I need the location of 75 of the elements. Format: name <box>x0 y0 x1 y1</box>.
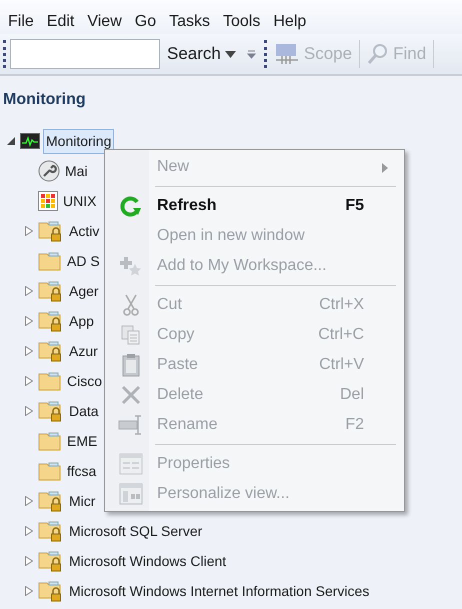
expand-arrow-icon[interactable] <box>25 226 33 236</box>
scissors-icon <box>122 293 140 317</box>
tree-item[interactable]: Microsoft Windows Client <box>67 550 228 572</box>
shortcut-text: F5 <box>344 196 364 216</box>
shortcut-text: Ctrl+V <box>318 355 364 375</box>
locked-folder-icon <box>38 340 64 362</box>
expand-arrow-icon[interactable] <box>25 286 33 296</box>
menu-item[interactable]: Tasks <box>165 6 219 34</box>
locked-folder-icon <box>38 490 64 512</box>
tree-item[interactable]: UNIX <box>61 190 98 212</box>
refresh-icon <box>120 195 142 217</box>
expand-arrow-icon[interactable] <box>25 406 33 416</box>
tree-item[interactable]: Ager <box>67 280 101 302</box>
menu-item[interactable]: Tools <box>219 6 270 34</box>
folder-icon <box>38 371 62 391</box>
expand-arrow-icon[interactable] <box>25 586 33 596</box>
tree-item[interactable]: Azur <box>67 340 100 362</box>
menu-item[interactable]: Go <box>130 6 166 34</box>
tree-item[interactable]: Microsoft SQL Server <box>67 520 204 542</box>
tree-item[interactable]: Activ <box>67 220 102 242</box>
expand-arrow-icon[interactable] <box>25 316 33 326</box>
locked-folder-icon <box>38 400 64 422</box>
wrench-icon <box>38 160 60 182</box>
tree-item[interactable]: Microsoft Windows Internet Information Services <box>67 580 372 602</box>
locked-folder-icon <box>38 280 64 302</box>
tree-item[interactable]: ffcsa <box>65 460 98 482</box>
tree-item[interactable]: EME <box>65 430 100 452</box>
grid-icon <box>38 191 58 211</box>
folder-icon <box>38 461 62 481</box>
search-icon <box>367 43 390 65</box>
locked-folder-icon <box>38 550 64 572</box>
folder-icon <box>38 431 62 451</box>
locked-folder-icon <box>38 310 64 332</box>
search-field[interactable] <box>10 39 160 69</box>
toolbar-grip[interactable] <box>264 40 267 68</box>
tree-item[interactable]: Micr <box>67 490 98 512</box>
menu-item[interactable]: File <box>4 6 43 34</box>
search-button[interactable]: Search <box>164 41 239 67</box>
shortcut-text: Ctrl+C <box>317 325 364 345</box>
plus-star-icon <box>119 255 143 277</box>
toolbar-grip[interactable] <box>3 40 6 68</box>
locked-folder-icon <box>38 220 64 242</box>
locked-folder-icon <box>38 580 64 602</box>
expand-arrow-icon[interactable] <box>25 346 33 356</box>
folder-icon <box>38 251 62 271</box>
menu-item[interactable]: Help <box>269 6 316 34</box>
collapse-arrow-icon[interactable] <box>7 137 15 145</box>
copy-icon <box>120 324 142 346</box>
monitor-icon <box>20 133 40 149</box>
tree-item[interactable]: App <box>67 310 96 332</box>
tree-item[interactable]: Monitoring <box>43 128 114 154</box>
window-icon <box>119 453 143 475</box>
caret-icon <box>224 50 236 58</box>
pane-title: Monitoring <box>2 90 87 110</box>
expand-arrow-icon[interactable] <box>25 496 33 506</box>
tree-item[interactable]: Data <box>67 400 101 422</box>
menu-item[interactable]: Edit <box>42 6 84 34</box>
scope-icon <box>274 43 300 65</box>
expand-arrow-icon[interactable] <box>25 556 33 566</box>
tree-item[interactable]: AD S <box>65 250 102 272</box>
cross-icon <box>120 384 142 406</box>
clipboard-icon <box>121 353 141 377</box>
tree-item[interactable]: Cisco <box>65 370 104 392</box>
overflow-icon[interactable] <box>246 50 256 58</box>
rename-icon <box>118 414 144 436</box>
menu-item[interactable]: View <box>83 6 131 34</box>
expand-arrow-icon[interactable] <box>25 526 33 536</box>
layout-icon <box>119 483 143 505</box>
locked-folder-icon <box>38 520 64 542</box>
shortcut-text: Del <box>338 385 364 405</box>
menu-item[interactable]: Refresh F5 <box>105 191 404 221</box>
shortcut-text: Ctrl+X <box>318 295 364 315</box>
shortcut-text: F2 <box>344 415 364 435</box>
expand-arrow-icon[interactable] <box>25 376 33 386</box>
tree-item[interactable]: Mai <box>63 160 90 182</box>
